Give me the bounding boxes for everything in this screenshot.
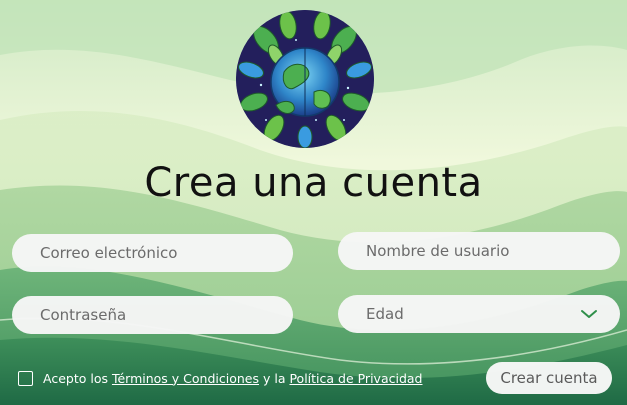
earth-leaves-logo-icon: [236, 10, 374, 148]
accept-prefix-text: Acepto los: [43, 370, 112, 386]
email-placeholder: Correo electrónico: [40, 244, 178, 262]
password-placeholder: Contraseña: [40, 306, 127, 324]
age-select[interactable]: Edad: [338, 295, 620, 333]
connector-text: y la: [259, 370, 290, 386]
terms-row: Acepto los Términos y Condiciones y la P…: [18, 368, 422, 388]
terms-link[interactable]: Términos y Condiciones: [112, 371, 259, 386]
email-input[interactable]: Correo electrónico: [12, 234, 293, 272]
privacy-link[interactable]: Política de Privacidad: [289, 371, 422, 386]
password-input[interactable]: Contraseña: [12, 296, 293, 334]
username-placeholder: Nombre de usuario: [366, 242, 510, 260]
username-input[interactable]: Nombre de usuario: [338, 232, 620, 270]
create-account-button[interactable]: Crear cuenta: [486, 362, 612, 394]
page-title: Crea una cuenta: [144, 160, 483, 206]
accept-terms-checkbox[interactable]: [18, 370, 33, 386]
chevron-down-icon: [581, 310, 597, 318]
age-selected-value: Edad: [366, 305, 404, 323]
